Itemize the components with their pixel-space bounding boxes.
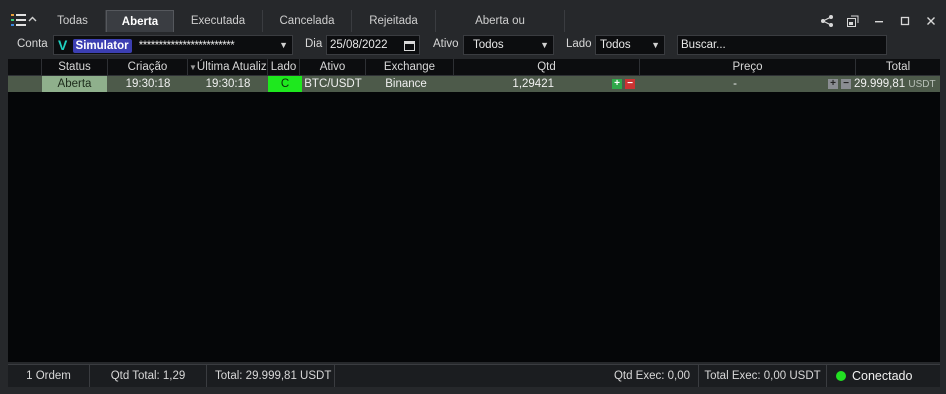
column-total[interactable]: Total: [856, 59, 940, 75]
orders-table: Status Criação ▼Última Atualização Lado …: [8, 59, 940, 362]
cell-preco: -: [733, 78, 737, 90]
column-status[interactable]: Status: [42, 59, 108, 75]
total-amount: Total: 29.999,81 USDT: [207, 365, 335, 387]
lado-label: Lado: [566, 38, 592, 50]
qtd-exec: Qtd Exec: 0,00: [606, 365, 699, 387]
order-tabs: Todas Aberta Executada Cancelada Rejeita…: [40, 10, 565, 49]
preco-minus-icon[interactable]: −: [841, 79, 851, 89]
close-icon[interactable]: [924, 14, 938, 28]
table-header: Status Criação ▼Última Atualização Lado …: [8, 59, 940, 76]
column-exchange[interactable]: Exchange: [366, 59, 454, 75]
lado-select[interactable]: Todos ▼: [595, 35, 665, 55]
menu-list-icon[interactable]: [10, 12, 38, 30]
popout-icon[interactable]: [846, 14, 860, 28]
column-lado[interactable]: Lado: [268, 59, 300, 75]
ativo-select[interactable]: Todos ▼: [463, 35, 554, 55]
filter-bar: Conta V Simulator **********************…: [0, 34, 946, 56]
column-ativo[interactable]: Ativo: [300, 59, 366, 75]
order-count: 1 Ordem: [8, 365, 90, 387]
column-ultima-label: Última Atualização: [196, 61, 267, 73]
maximize-icon[interactable]: [898, 14, 912, 28]
total-value: 29.999,81: [854, 78, 906, 90]
simulator-badge: Simulator: [72, 39, 132, 53]
tab-executada[interactable]: Executada: [174, 10, 263, 32]
connected-dot-icon: [836, 371, 846, 381]
total-exec: Total Exec: 0,00 USDT: [699, 365, 827, 387]
tab-aberta-ou-executada[interactable]: Aberta ou Executada: [436, 10, 565, 49]
cell-total: 29.999,81 USDT: [854, 76, 940, 92]
table-row[interactable]: Aberta 19:30:18 19:30:18 C BTC/USDT Bina…: [8, 76, 940, 92]
connection-status: Conectado: [836, 365, 936, 387]
cell-status: Aberta: [42, 76, 107, 92]
cell-exchange: Binance: [385, 78, 427, 90]
column-qtd[interactable]: Qtd: [454, 59, 640, 75]
window-controls: [820, 12, 938, 30]
lado-value: Todos: [600, 39, 631, 51]
preco-plus-icon[interactable]: +: [828, 79, 838, 89]
column-blank: [8, 59, 42, 75]
date-input[interactable]: 25/08/2022: [326, 35, 420, 55]
dia-label: Dia: [305, 38, 323, 50]
ativo-label: Ativo: [433, 38, 459, 50]
search-input[interactable]: Buscar...: [677, 35, 887, 55]
chevron-down-icon: ▼: [651, 40, 660, 50]
tab-todas[interactable]: Todas: [40, 10, 106, 32]
cell-criacao: 19:30:18: [125, 78, 171, 90]
account-mask: ************************: [138, 40, 235, 52]
orders-window: Todas Aberta Executada Cancelada Rejeita…: [0, 0, 946, 394]
qtd-plus-icon[interactable]: +: [612, 79, 622, 89]
tab-bar: Todas Aberta Executada Cancelada Rejeita…: [0, 10, 946, 49]
tab-cancelada[interactable]: Cancelada: [263, 10, 352, 32]
ativo-value: Todos: [473, 39, 504, 51]
tab-aberta[interactable]: Aberta: [106, 10, 174, 32]
cell-lado: C: [268, 76, 302, 92]
qtd-total: Qtd Total: 1,29: [90, 365, 207, 387]
column-preco[interactable]: Preço: [640, 59, 856, 75]
calendar-icon[interactable]: [404, 39, 415, 57]
cell-qtd: 1,29421: [512, 78, 554, 90]
conta-label: Conta: [17, 38, 48, 50]
total-unit: USDT: [908, 79, 936, 90]
qtd-minus-icon[interactable]: −: [625, 79, 635, 89]
search-placeholder: Buscar...: [681, 39, 726, 51]
chevron-down-icon: ▼: [540, 40, 549, 50]
account-select[interactable]: V Simulator ************************ ▼: [53, 35, 293, 55]
cell-ultima: 19:30:18: [205, 78, 251, 90]
cell-ativo: BTC/USDT: [304, 78, 362, 90]
column-criacao[interactable]: Criação: [108, 59, 188, 75]
date-value: 25/08/2022: [330, 39, 388, 51]
minimize-icon[interactable]: [872, 14, 886, 28]
column-ultima-atualizacao[interactable]: ▼Última Atualização: [188, 59, 268, 75]
vai-logo-icon: V: [58, 37, 68, 53]
status-bar: 1 Ordem Qtd Total: 1,29 Total: 29.999,81…: [8, 364, 940, 387]
connection-label: Conectado: [852, 369, 913, 383]
tab-rejeitada[interactable]: Rejeitada: [352, 10, 436, 32]
sort-desc-icon: ▼: [189, 63, 197, 72]
chevron-down-icon: ▼: [279, 40, 288, 50]
share-icon[interactable]: [820, 14, 834, 28]
